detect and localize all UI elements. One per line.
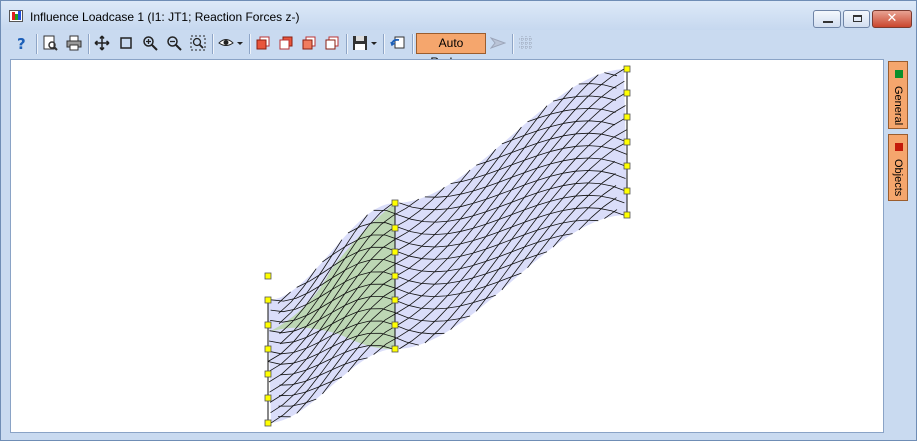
zoom-out-icon bbox=[167, 36, 182, 51]
eye-icon bbox=[218, 39, 234, 46]
grid-tool-button[interactable] bbox=[515, 32, 537, 54]
print-preview-button[interactable] bbox=[39, 32, 61, 54]
mesh-node bbox=[623, 65, 631, 73]
mesh-node bbox=[623, 113, 631, 121]
mesh-node bbox=[264, 321, 272, 329]
cube-view-icon bbox=[256, 36, 270, 50]
objects-icon bbox=[895, 143, 903, 151]
svg-text:?: ? bbox=[17, 35, 26, 51]
arrow-icon bbox=[490, 37, 506, 49]
mesh-node bbox=[391, 321, 399, 329]
close-icon: ✕ bbox=[886, 11, 898, 26]
grid-icon bbox=[519, 36, 533, 50]
mesh-node bbox=[391, 248, 399, 256]
mesh-node bbox=[264, 419, 272, 427]
zoom-extents-icon bbox=[190, 35, 206, 51]
influence-surface-viewport[interactable] bbox=[10, 59, 884, 433]
mesh-node bbox=[264, 345, 272, 353]
influence-loadcase-window: Influence Loadcase 1 (I1: JT1; Reaction … bbox=[0, 0, 917, 441]
zoom-extents-button[interactable] bbox=[187, 32, 209, 54]
mesh-node bbox=[264, 370, 272, 378]
print-preview-icon bbox=[43, 35, 58, 51]
undo-view-button[interactable] bbox=[387, 32, 409, 54]
chevron-down-icon bbox=[237, 42, 243, 45]
mesh-node bbox=[391, 199, 399, 207]
mesh-node bbox=[391, 345, 399, 353]
mesh-node bbox=[264, 272, 272, 280]
help-icon: ? bbox=[17, 35, 26, 51]
influence-surface-mesh[interactable] bbox=[11, 60, 883, 432]
zoom-out-button[interactable] bbox=[163, 32, 185, 54]
zoom-in-icon bbox=[143, 36, 158, 51]
mesh-node bbox=[391, 272, 399, 280]
minimize-icon bbox=[823, 21, 833, 23]
mesh-node bbox=[264, 296, 272, 304]
mesh-node bbox=[623, 162, 631, 170]
cube-view-icon bbox=[325, 36, 339, 50]
view-front-button[interactable] bbox=[252, 32, 274, 54]
toolbar: ? Auto bbox=[8, 31, 908, 69]
auto-redraw-button[interactable]: Auto Redraw bbox=[416, 33, 486, 69]
pan-button[interactable] bbox=[91, 32, 113, 54]
select-rect-button[interactable] bbox=[115, 32, 137, 54]
zoom-in-button[interactable] bbox=[139, 32, 161, 54]
tab-objects[interactable]: Objects bbox=[888, 134, 908, 201]
arrow-tool-button[interactable] bbox=[487, 32, 509, 54]
printer-icon bbox=[66, 35, 82, 51]
chevron-down-icon bbox=[371, 42, 377, 45]
window-title: Influence Loadcase 1 (I1: JT1; Reaction … bbox=[30, 10, 300, 24]
save-dropdown-button[interactable] bbox=[349, 32, 379, 54]
minimize-button[interactable] bbox=[813, 10, 841, 28]
app-chart-icon bbox=[9, 10, 23, 22]
move-icon bbox=[94, 35, 110, 51]
cube-view-icon bbox=[302, 36, 316, 50]
tab-general-label: General bbox=[892, 86, 904, 126]
tab-general[interactable]: General bbox=[888, 61, 908, 129]
help-button[interactable]: ? bbox=[11, 32, 33, 54]
rectangle-icon bbox=[120, 37, 132, 49]
mesh-node bbox=[264, 394, 272, 402]
view-iso-button[interactable] bbox=[321, 32, 343, 54]
general-icon bbox=[895, 70, 903, 78]
mesh-node bbox=[623, 211, 631, 219]
view-side-button[interactable] bbox=[275, 32, 297, 54]
cube-view-icon bbox=[279, 36, 293, 50]
mesh-node bbox=[391, 224, 399, 232]
title-bar[interactable]: Influence Loadcase 1 (I1: JT1; Reaction … bbox=[1, 1, 916, 30]
undo-icon bbox=[390, 36, 405, 49]
save-icon bbox=[353, 36, 367, 50]
close-button[interactable]: ✕ bbox=[872, 10, 912, 28]
mesh-node bbox=[391, 296, 399, 304]
view-top-button[interactable] bbox=[298, 32, 320, 54]
mesh-node bbox=[623, 89, 631, 97]
view-dropdown-button[interactable] bbox=[215, 32, 245, 54]
print-button[interactable] bbox=[63, 32, 85, 54]
mesh-node bbox=[623, 187, 631, 195]
maximize-button[interactable] bbox=[843, 10, 870, 28]
tab-objects-label: Objects bbox=[892, 159, 904, 197]
maximize-icon bbox=[853, 15, 862, 22]
mesh-node bbox=[623, 138, 631, 146]
